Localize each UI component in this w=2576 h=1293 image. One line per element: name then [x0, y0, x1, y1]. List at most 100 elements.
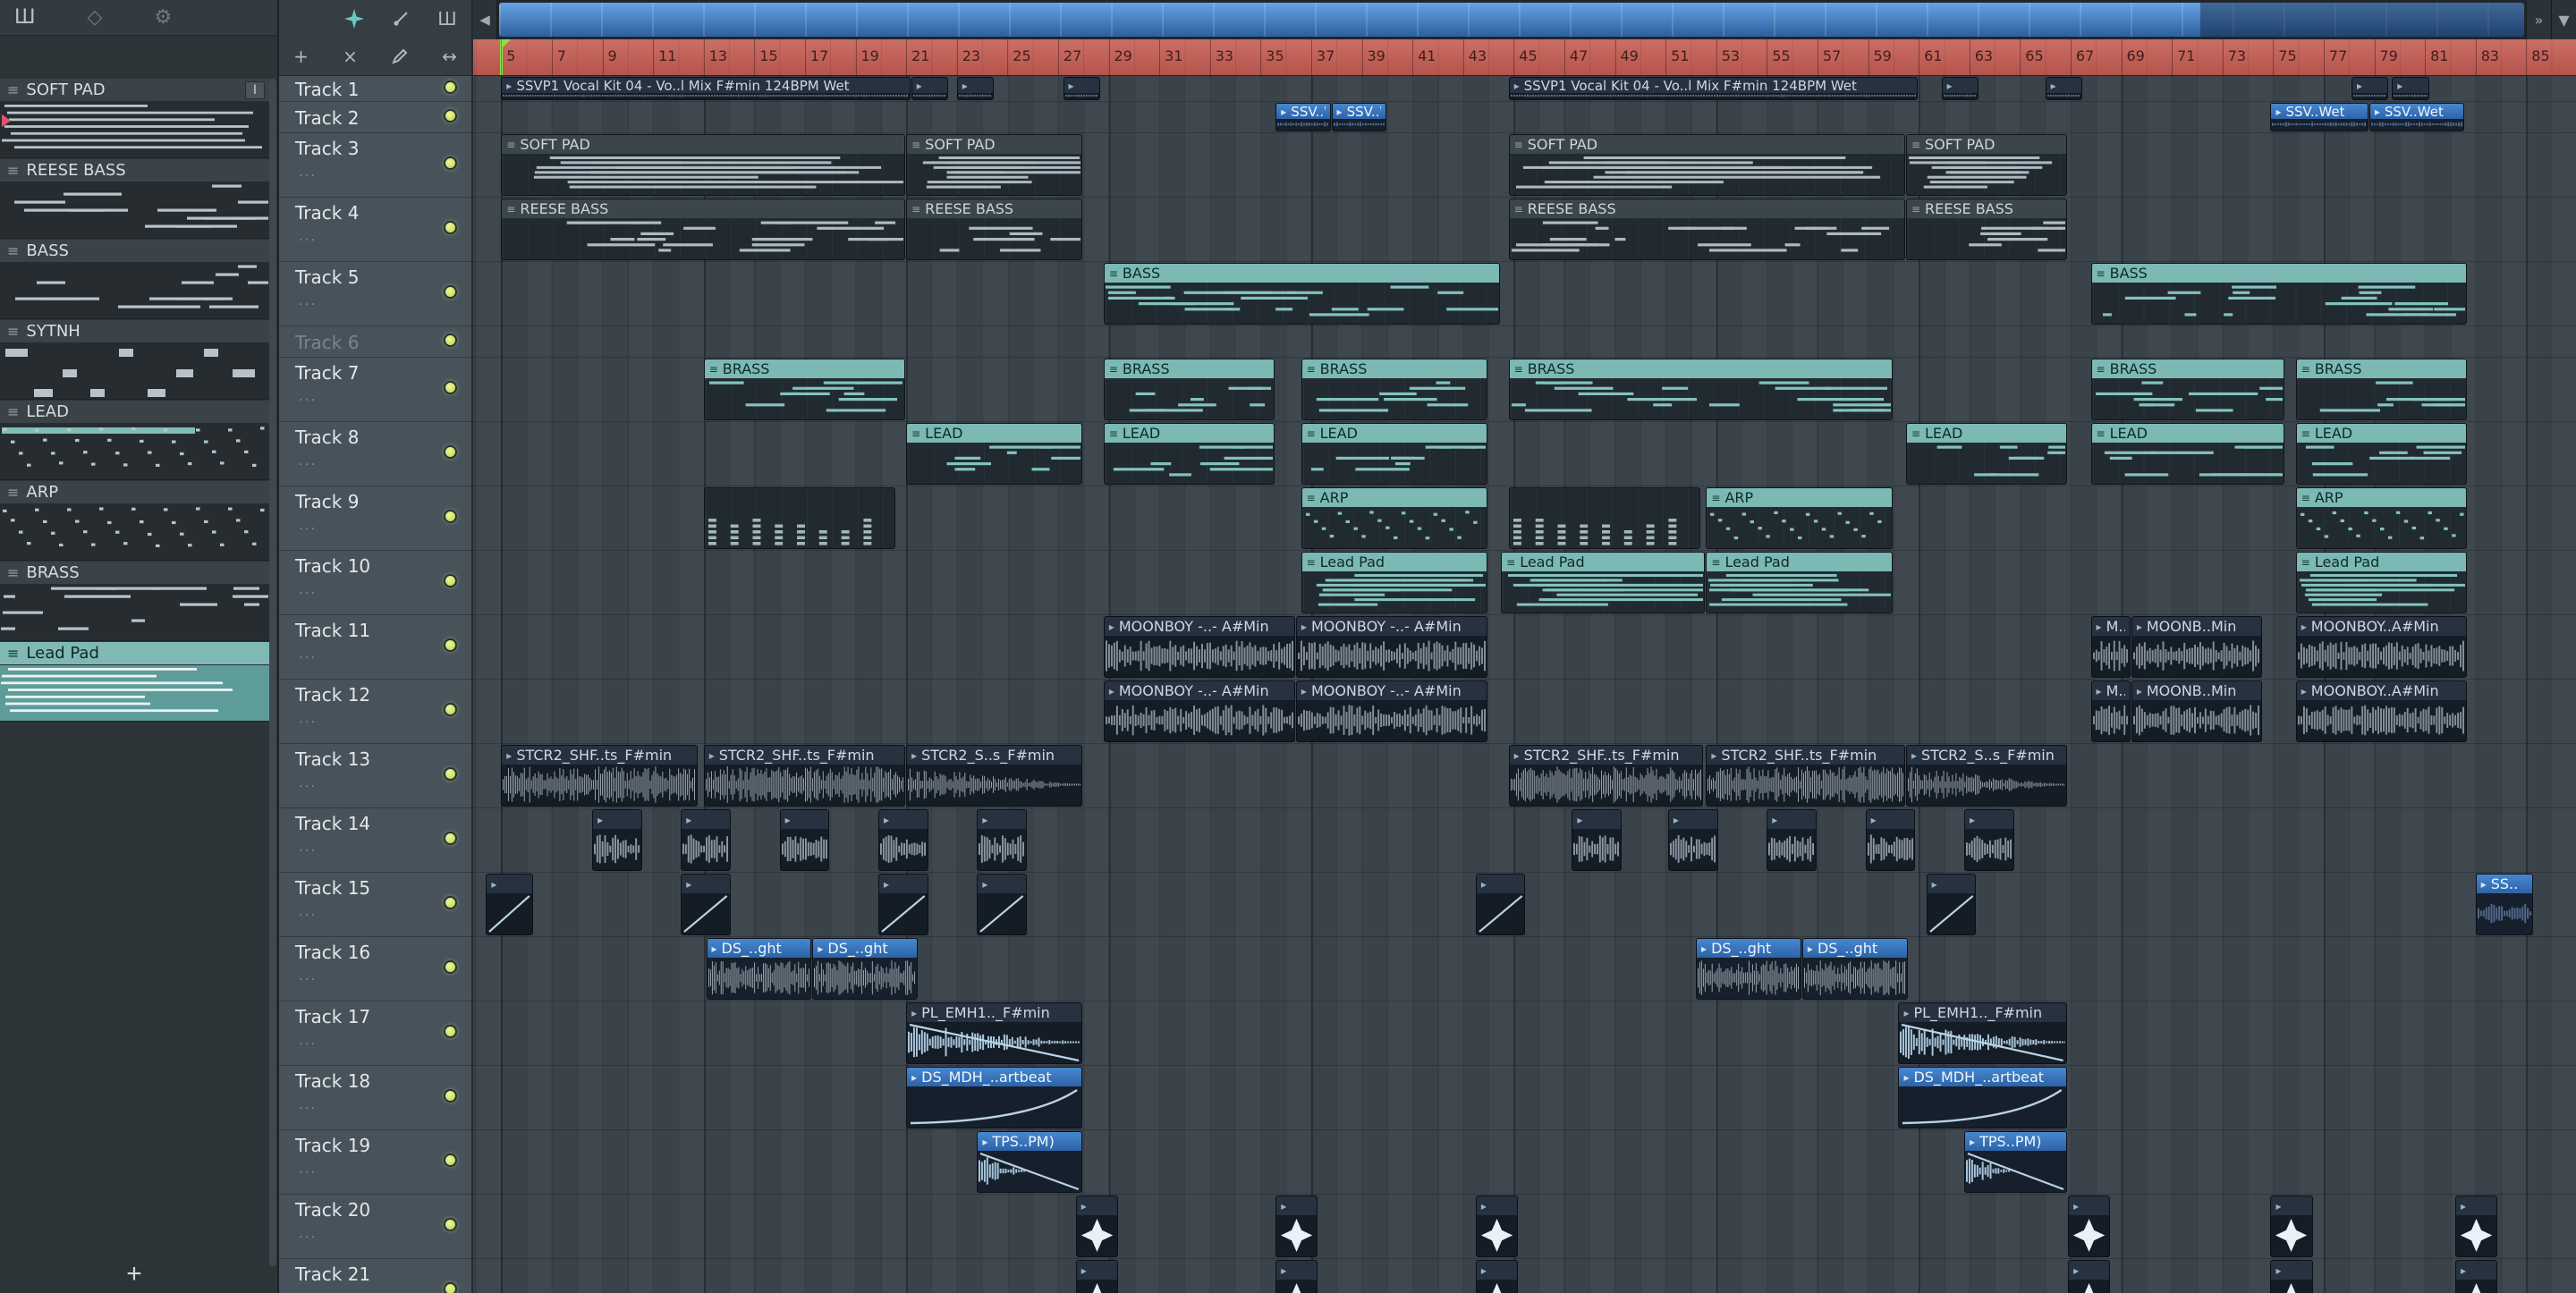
stretch-tool-icon[interactable]: ↔ — [440, 45, 459, 68]
clip-star[interactable]: ▸ — [1275, 1196, 1318, 1257]
clip-ds-ght[interactable]: ▸ DS_..ght — [706, 938, 812, 1000]
playlist-lane-6[interactable] — [473, 326, 2576, 358]
clip-mini[interactable]: ▸ — [1767, 809, 1817, 871]
clip-bass[interactable]: ≡ BASS — [2090, 263, 2468, 325]
track-led[interactable] — [444, 1154, 457, 1167]
track-name[interactable]: Track 21 — [295, 1263, 370, 1285]
track-led[interactable] — [444, 960, 457, 974]
clip-voc[interactable]: ▸ — [956, 77, 995, 100]
track-name[interactable]: Track 15 — [295, 877, 370, 899]
track-header-12[interactable]: Track 12... — [279, 680, 471, 744]
track-led[interactable] — [444, 832, 457, 845]
clip-star[interactable]: ▸ — [1475, 1260, 1518, 1293]
clip-star[interactable]: ▸ — [2455, 1196, 2498, 1257]
track-name[interactable]: Track 9 — [295, 491, 359, 512]
clip-pl-emh1-f-min[interactable]: ▸ PL_EMH1.._F#min — [906, 1002, 1083, 1064]
track-name[interactable]: Track 20 — [295, 1199, 370, 1221]
track-led[interactable] — [444, 1282, 457, 1293]
clip-reese-bass[interactable]: ≡ REESE BASS — [1508, 199, 1905, 260]
clip-soft-pad[interactable]: ≡ SOFT PAD — [1905, 134, 2068, 196]
clip-voc[interactable]: ▸ — [1063, 77, 1100, 100]
track-header-10[interactable]: Track 10... — [279, 551, 471, 615]
track-header-11[interactable]: Track 11... — [279, 615, 471, 680]
clip-m[interactable]: ▸ M.. — [2090, 616, 2131, 678]
track-led[interactable] — [444, 1089, 457, 1103]
clip-lead[interactable]: ≡ LEAD — [1103, 423, 1275, 485]
track-name[interactable]: Track 18 — [295, 1070, 370, 1092]
pattern-item-lead[interactable]: ≡ LEAD — [0, 401, 272, 480]
clip-mini[interactable]: ▸ — [977, 809, 1027, 871]
clip-star[interactable]: ▸ — [2270, 1260, 2313, 1293]
track-led[interactable] — [444, 1218, 457, 1231]
clip-slash[interactable]: ▸ — [486, 874, 534, 935]
track-name[interactable]: Track 1 — [295, 79, 359, 100]
clip-mini[interactable]: ▸ — [1865, 809, 1916, 871]
track-led[interactable] — [444, 334, 457, 347]
playlist-lane-19[interactable] — [473, 1130, 2576, 1195]
track-header-8[interactable]: Track 8... — [279, 422, 471, 486]
clip-slash[interactable]: ▸ — [1475, 874, 1526, 935]
track-led[interactable] — [444, 445, 457, 459]
clip-ds-mdh-artbeat[interactable]: ▸ DS_MDH_..artbeat — [906, 1067, 1083, 1128]
track-led[interactable] — [444, 285, 457, 299]
clip-ds-ght[interactable]: ▸ DS_..ght — [1801, 938, 1908, 1000]
clip-ds-mdh-artbeat[interactable]: ▸ DS_MDH_..artbeat — [1898, 1067, 2068, 1128]
track-name[interactable]: Track 14 — [295, 813, 370, 834]
clip-moonb-min[interactable]: ▸ MOONB..Min — [2131, 616, 2262, 678]
track-name[interactable]: Track 4 — [295, 202, 359, 224]
clip-slash[interactable]: ▸ — [977, 874, 1027, 935]
track-header-3[interactable]: Track 3... — [279, 133, 471, 198]
slice-tool-icon[interactable] — [389, 7, 412, 30]
scroll-right-button[interactable]: » — [2526, 0, 2551, 39]
horizontal-scrollbar[interactable] — [499, 3, 2524, 37]
track-led[interactable] — [444, 510, 457, 523]
clip-ds-ght[interactable]: ▸ DS_..ght — [812, 938, 919, 1000]
timeline-ruler[interactable]: 5 7 9 11 13 15 17 19 21 23 25 27 29 31 33 35 37 39 41 43 45 4… — [473, 39, 2576, 76]
track-header-21[interactable]: Track 21... — [279, 1259, 471, 1293]
track-led[interactable] — [444, 574, 457, 587]
settings-gear-icon[interactable]: ⚙ — [154, 6, 172, 29]
track-name[interactable]: Track 19 — [295, 1135, 370, 1156]
track-led[interactable] — [444, 703, 457, 716]
picker-panel-icon[interactable]: Ш — [14, 6, 36, 29]
clip-moonboy-a-min[interactable]: ▸ MOONBOY..A#Min — [2295, 680, 2468, 742]
clip-reese-bass[interactable]: ≡ REESE BASS — [501, 199, 906, 260]
snap-magnet-icon[interactable] — [343, 7, 366, 30]
clip-lead[interactable]: ≡ LEAD — [2295, 423, 2468, 485]
clip-moonboy-a-min[interactable]: ▸ MOONBOY -..- A#Min — [1103, 680, 1295, 742]
clip-brass[interactable]: ≡ BRASS — [2295, 359, 2468, 420]
clip-lead-pad[interactable]: ≡ Lead Pad — [1301, 552, 1487, 613]
track-led[interactable] — [444, 80, 457, 94]
clip-tps-pm[interactable]: ▸ TPS..PM) — [977, 1131, 1083, 1193]
clip-brass[interactable]: ≡ BRASS — [1508, 359, 1893, 420]
clip-stcr2-shf-ts-f-min[interactable]: ▸ STCR2_SHF..ts_F#min — [501, 745, 699, 807]
track-led[interactable] — [444, 638, 457, 652]
clip-star[interactable]: ▸ — [1075, 1260, 1118, 1293]
track-header-15[interactable]: Track 15... — [279, 873, 471, 937]
clip-soft-pad[interactable]: ≡ SOFT PAD — [906, 134, 1083, 196]
track-led[interactable] — [444, 1025, 457, 1038]
add-track-button[interactable]: + — [292, 45, 310, 68]
draw-tool-icon[interactable] — [390, 45, 410, 68]
clip-moonboy-a-min[interactable]: ▸ MOONBOY -..- A#Min — [1295, 680, 1487, 742]
track-header-17[interactable]: Track 17... — [279, 1001, 471, 1066]
clip-stcr2-shf-ts-f-min[interactable]: ▸ STCR2_SHF..ts_F#min — [703, 745, 906, 807]
clip-mini[interactable]: ▸ — [1572, 809, 1622, 871]
track-header-20[interactable]: Track 20... — [279, 1195, 471, 1259]
clip-voc[interactable]: ▸ — [2392, 77, 2429, 100]
track-name[interactable]: Track 13 — [295, 748, 370, 770]
clip-ssv-wet[interactable]: ▸ SSV..Wet — [2368, 103, 2465, 131]
track-name[interactable]: Track 2 — [295, 107, 359, 129]
scrollbar-thumb[interactable] — [499, 3, 2524, 37]
clip-star[interactable]: ▸ — [2068, 1196, 2111, 1257]
track-header-19[interactable]: Track 19... — [279, 1130, 471, 1195]
pattern-item-soft-pad[interactable]: ≡ SOFT PAD I — [0, 79, 272, 158]
clip-ssvp1-vocal-kit-04-vo-l-mix-f-min-124bpm-wet[interactable]: ▸ SSVP1 Vocal Kit 04 - Vo..l Mix F#min 12… — [1508, 77, 1919, 100]
playlist-lane-21[interactable] — [473, 1259, 2576, 1293]
clip-reese-bass[interactable]: ≡ REESE BASS — [906, 199, 1083, 260]
track-header-18[interactable]: Track 18... — [279, 1066, 471, 1130]
delete-tool-icon[interactable]: × — [341, 45, 360, 68]
clip-lead-pad[interactable]: ≡ Lead Pad — [2295, 552, 2468, 613]
clip-voc[interactable]: ▸ — [2045, 77, 2083, 100]
clip-moonboy-a-min[interactable]: ▸ MOONBOY -..- A#Min — [1103, 616, 1295, 678]
